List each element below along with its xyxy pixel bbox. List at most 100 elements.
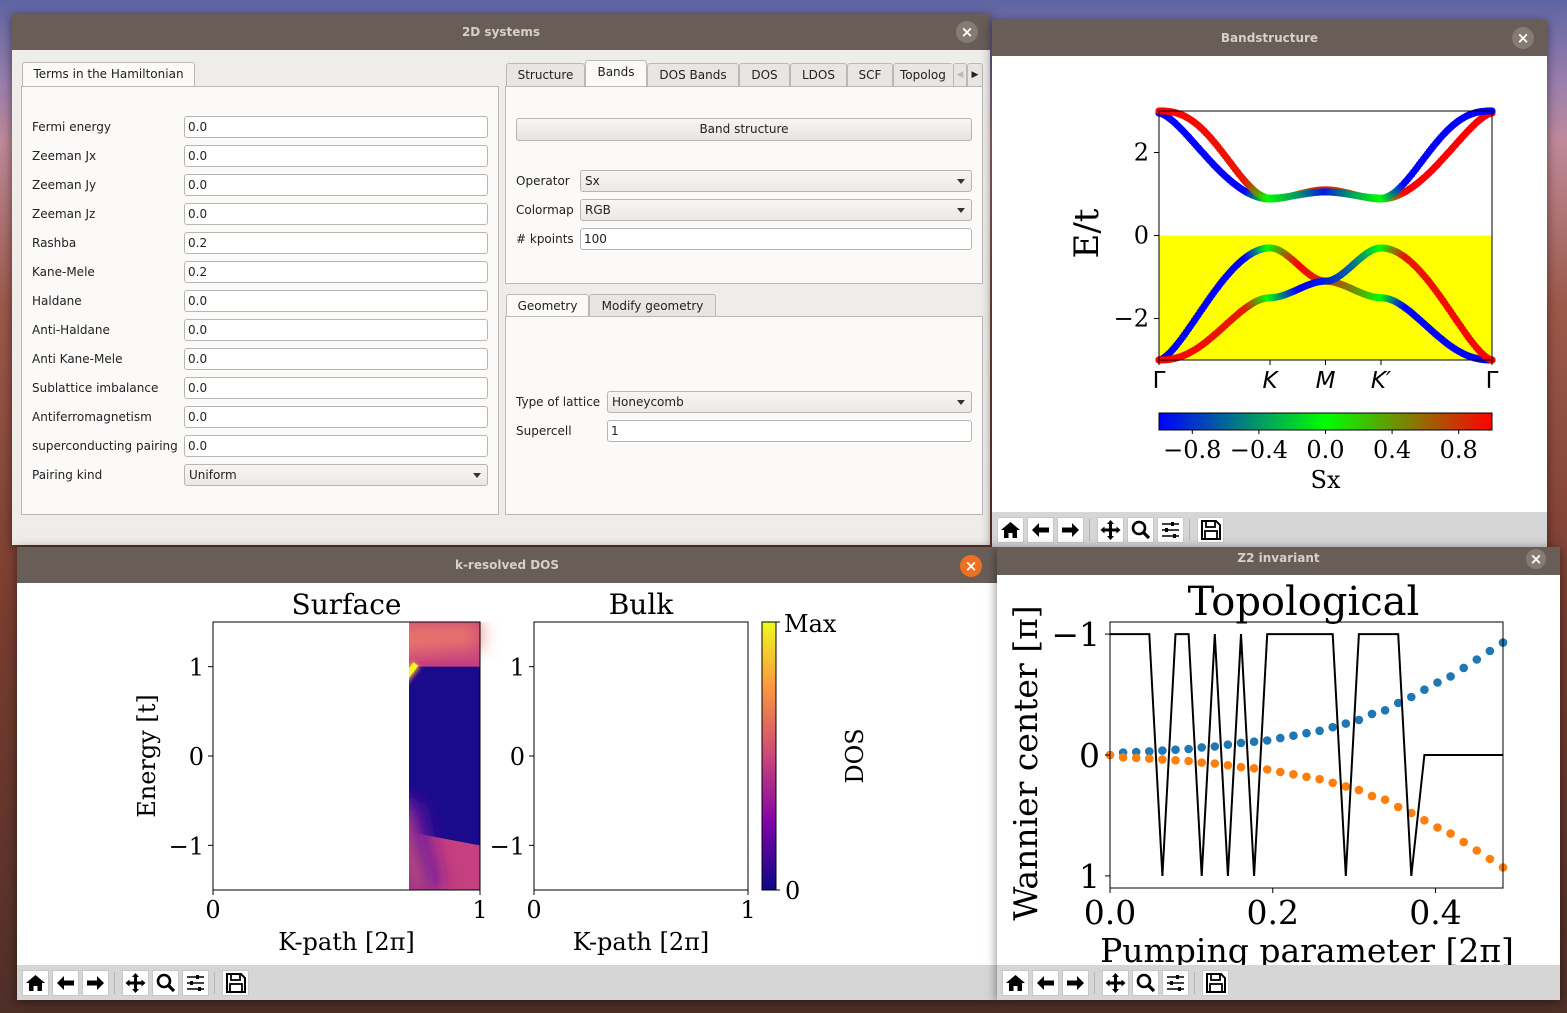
tab-terms-hamiltonian[interactable]: Terms in the Hamiltonian	[22, 62, 195, 89]
y-tick-label: 1	[189, 654, 204, 682]
param-label: Fermi energy	[32, 120, 112, 134]
wannier-center-point	[1276, 733, 1285, 743]
param-input-rashba[interactable]: 0.2	[184, 232, 488, 254]
home-button[interactable]	[997, 517, 1024, 543]
heatmap-region	[534, 783, 748, 890]
pan-button[interactable]	[122, 970, 149, 996]
wannier-center-point	[1485, 646, 1495, 656]
forward-button[interactable]	[1062, 970, 1089, 996]
toolbar-separator	[114, 972, 115, 994]
kpoints-label: # kpoints	[516, 232, 574, 246]
tab-topolog[interactable]: Topolog	[893, 63, 953, 88]
plot-toolbar	[992, 512, 1547, 547]
pan-button[interactable]	[1097, 517, 1124, 543]
colorbar	[761, 621, 777, 891]
home-button[interactable]	[1002, 970, 1029, 996]
wannier-center-point	[1433, 678, 1442, 687]
configure-button[interactable]	[182, 970, 209, 996]
zoom-button[interactable]	[1127, 517, 1154, 543]
tab-scroll-right-button[interactable]: ▶	[967, 63, 983, 88]
band-structure-button[interactable]: Band structure	[516, 118, 972, 141]
pan-icon	[1105, 973, 1126, 993]
tab-scroll-left-button[interactable]: ◀	[953, 63, 967, 88]
pairing-kind-select[interactable]: Uniform	[184, 464, 488, 486]
bands-panel: Band structure Operator Sx Colormap RGB …	[505, 86, 983, 284]
kdos-plot[interactable]: Surface 1 0 −1 0 1 K-path [2π] Bulk 1 0 −1 0 1 K-path…	[17, 547, 997, 965]
wannier-center-point	[1407, 692, 1416, 702]
param-input-superconducting-pairing[interactable]: 0.0	[184, 435, 488, 457]
param-input-haldane[interactable]: 0.0	[184, 290, 488, 312]
param-input-kane-mele[interactable]: 0.2	[184, 261, 488, 283]
bandstructure-plot[interactable]: −2 0 2 Γ K M K′ Γ E/t −0.8 −0.4 0.0 0.4 0.8 Sx	[992, 20, 1547, 513]
z2-plot[interactable]: Topological −1 0 10.0 0.2 0.4Pumping paramete…	[997, 547, 1560, 965]
param-label: superconducting pairing	[32, 439, 178, 453]
zoom-icon	[1136, 973, 1156, 993]
colormap-select[interactable]: RGB	[580, 199, 972, 221]
wannier-center-point	[1249, 737, 1259, 746]
back-button[interactable]	[1032, 970, 1059, 996]
param-input-zeeman-jz[interactable]: 0.0	[184, 203, 488, 225]
param-label: Anti Kane-Mele	[32, 352, 123, 366]
x-tick-label: 0	[205, 896, 220, 924]
param-input-zeeman-jx[interactable]: 0.0	[184, 145, 488, 167]
x-tick-label: Γ	[1153, 368, 1166, 394]
tab-label: Modify geometry	[601, 299, 704, 313]
home-icon	[1006, 975, 1025, 991]
toolbar-separator	[214, 972, 215, 994]
param-input-anti-haldane[interactable]: 0.0	[184, 319, 488, 341]
wannier-center-point	[1393, 802, 1403, 812]
colorbar-tick-label: Max	[784, 610, 837, 638]
tab-dos-bands[interactable]: DOS Bands	[647, 63, 739, 88]
param-input-antiferromagnetism[interactable]: 0.0	[184, 406, 488, 428]
y-axis-label: Wannier center [π]	[1006, 605, 1045, 920]
y-tick-label: 2	[1134, 139, 1149, 167]
param-input-fermi-energy[interactable]: 0.0	[184, 116, 488, 138]
forward-icon	[87, 976, 104, 990]
kpoints-input[interactable]: 100	[580, 228, 972, 250]
colorbar-tick-label: 0.4	[1373, 436, 1411, 464]
zoom-button[interactable]	[1132, 970, 1159, 996]
save-icon	[1206, 973, 1226, 993]
colorbar-tick-label: 0.0	[1306, 436, 1344, 464]
wannier-center-point	[1131, 753, 1141, 763]
back-icon	[1037, 976, 1054, 990]
tab-structure[interactable]: Structure	[506, 63, 585, 88]
param-input-anti-kane-mele[interactable]: 0.0	[184, 348, 488, 370]
wannier-center-point	[1223, 740, 1233, 749]
configure-button[interactable]	[1162, 970, 1189, 996]
wannier-center-point	[1184, 756, 1193, 766]
param-input-zeeman-jy[interactable]: 0.0	[184, 174, 488, 196]
forward-button[interactable]	[1057, 517, 1084, 543]
param-label: Zeeman Jx	[32, 149, 97, 163]
close-button[interactable]: ×	[956, 21, 978, 43]
back-button[interactable]	[52, 970, 79, 996]
plot-area	[1105, 633, 1508, 877]
wannier-center-point	[1197, 743, 1206, 752]
configure-button[interactable]	[1157, 517, 1184, 543]
save-button[interactable]	[222, 970, 249, 996]
configure-icon	[187, 975, 204, 991]
wannier-center-point	[1341, 719, 1351, 728]
forward-button[interactable]	[82, 970, 109, 996]
tab-ldos[interactable]: LDOS	[790, 63, 847, 88]
param-input-sublattice-imbalance[interactable]: 0.0	[184, 377, 488, 399]
wannier-center-point	[1184, 744, 1193, 754]
pan-button[interactable]	[1102, 970, 1129, 996]
supercell-input[interactable]: 1	[607, 420, 972, 442]
configure-icon	[1167, 975, 1184, 991]
back-button[interactable]	[1027, 517, 1054, 543]
zoom-button[interactable]	[152, 970, 179, 996]
wannier-center-point	[1433, 823, 1442, 832]
chevron-down-icon	[473, 473, 481, 478]
operator-select[interactable]: Sx	[580, 170, 972, 192]
save-button[interactable]	[1197, 517, 1224, 543]
wannier-center-point	[1472, 655, 1482, 664]
param-label: Rashba	[32, 236, 77, 250]
tab-bands[interactable]: Bands	[585, 60, 647, 87]
home-button[interactable]	[22, 970, 49, 996]
save-button[interactable]	[1202, 970, 1229, 996]
lattice-select[interactable]: Honeycomb	[607, 391, 972, 413]
tab-scf[interactable]: SCF	[847, 63, 893, 88]
colorbar-label: DOS	[841, 728, 869, 783]
tab-dos[interactable]: DOS	[739, 63, 790, 88]
